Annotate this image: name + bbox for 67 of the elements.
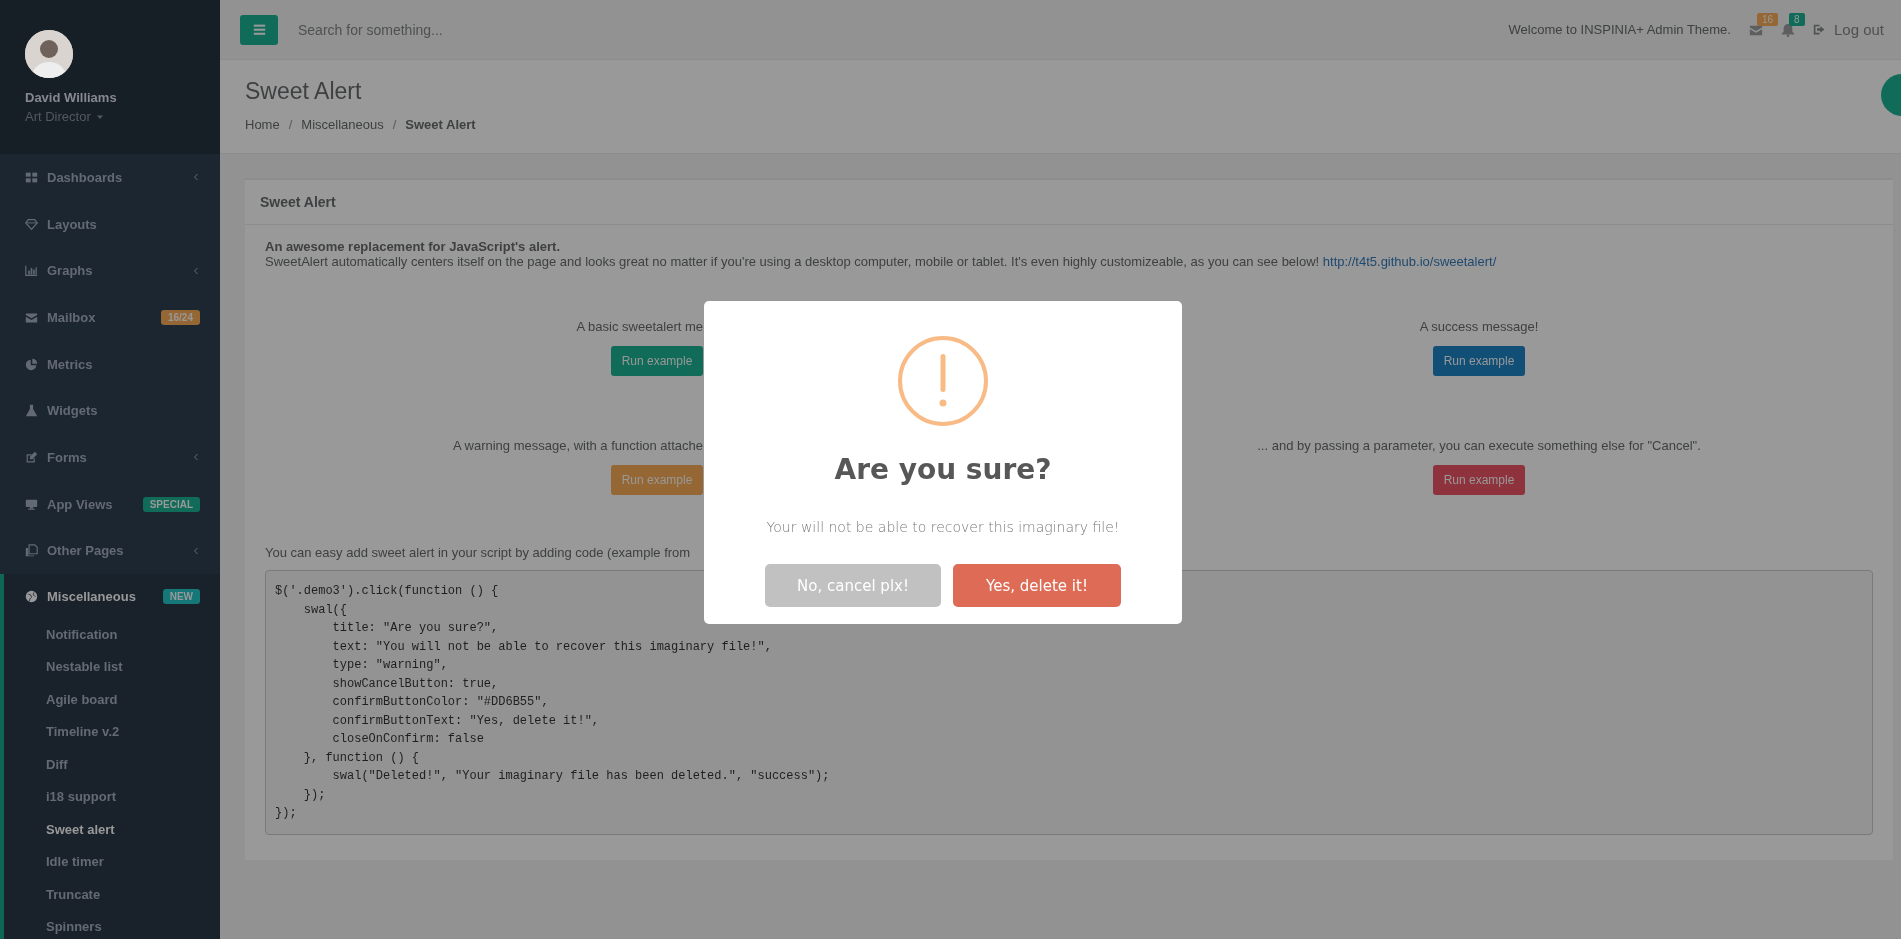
monitor-icon (25, 497, 38, 511)
breadcrumb-item[interactable]: Miscellaneous (301, 117, 384, 132)
sidebar-item[interactable]: Other Pages (0, 527, 220, 575)
example-description: A success message! (1419, 319, 1539, 334)
submenu-item[interactable]: i18 support (46, 789, 117, 805)
menu-icon (252, 23, 266, 36)
submenu-item[interactable]: Nestable list (46, 659, 123, 675)
bar-chart-icon (25, 264, 38, 278)
globe-icon (25, 589, 38, 603)
run-example-button[interactable]: Run example (611, 465, 703, 495)
link[interactable]: http://t4t5.github.io/sweetalert/ (1322, 254, 1497, 269)
count-badge: NEW (162, 588, 200, 604)
submenu-item[interactable]: Truncate (46, 886, 101, 902)
welcome-text: Welcome to INSPINIA+ Admin Theme. (1508, 22, 1731, 37)
submenu-item[interactable]: Notification (46, 626, 118, 642)
search-field[interactable]: Search for something... (296, 20, 1491, 39)
user-avatar[interactable] (25, 30, 73, 78)
example-description: ... and by passing a parameter, you can execute something else for "Cancel". (1257, 438, 1701, 453)
confirm-button[interactable]: Yes, delete it! (953, 564, 1121, 607)
intro-paragraph: SweetAlert automatically centers itself on the page and looks great no matter if you're using a desktop computer, mobile or tablet. It's even highly customizeable, as you can see below! http://t4t5.github.io/sweetalert/ (265, 254, 1498, 269)
submenu-item[interactable]: Sweet alert (46, 821, 115, 837)
code-intro: You can easy add sweet alert in your script by adding code (example from (265, 545, 692, 560)
warning-icon (898, 336, 988, 426)
diamond-icon (25, 217, 38, 231)
breadcrumb-separator: / (288, 117, 293, 132)
flask-icon (25, 404, 38, 418)
page-title: Sweet Alert (245, 78, 362, 105)
count-badge: 16 (1756, 12, 1779, 26)
sidebar-item[interactable]: Metrics (0, 340, 220, 388)
copy-icon (25, 544, 38, 558)
submenu-item[interactable]: Diff (46, 756, 68, 772)
sidebar-item[interactable]: Layouts (0, 200, 220, 248)
submenu-item[interactable]: Spinners (46, 919, 102, 935)
dialog-message: Your will not be able to recover this imaginary file! (766, 518, 1120, 537)
pie-chart-icon (25, 357, 38, 371)
submenu-item[interactable]: Agile board (46, 691, 118, 707)
run-example-button[interactable]: Run example (611, 346, 703, 376)
count-badge: SPECIAL (142, 496, 200, 512)
sidebar-item[interactable]: Forms (0, 434, 220, 481)
grid-icon (25, 170, 38, 184)
dialog-title: Are you sure? (834, 452, 1052, 488)
sidebar-item[interactable]: Mailbox 16/24 (0, 294, 220, 341)
run-example-button[interactable]: Run example (1433, 346, 1525, 376)
sidebar-item[interactable]: Graphs (0, 247, 220, 295)
submenu-item[interactable]: Idle timer (46, 854, 104, 870)
sidebar-item[interactable]: Dashboards (0, 154, 220, 201)
sidebar-item[interactable]: Widgets (0, 387, 220, 435)
breadcrumb-item[interactable]: Home (245, 117, 280, 132)
user-name: David Williams (25, 90, 117, 105)
intro-heading: An awesome replacement for JavaScript's alert. (265, 239, 561, 254)
count-badge: 16/24 (160, 309, 200, 325)
submenu-item[interactable]: Timeline v.2 (46, 724, 120, 740)
example-description: A basic sweetalert me (576, 319, 703, 334)
cancel-button[interactable]: No, cancel plx! (765, 564, 941, 607)
sidebar-item[interactable]: App Views SPECIAL (0, 480, 220, 528)
card-title: Sweet Alert (260, 194, 336, 210)
menu-button[interactable] (240, 14, 278, 45)
count-badge: 8 (1788, 12, 1805, 26)
breadcrumb-separator: / (392, 117, 397, 132)
role-dropdown[interactable]: Art Director (25, 109, 104, 124)
example-description: A warning message, with a function attache (452, 438, 703, 453)
logout-link[interactable]: Log out (1812, 21, 1884, 38)
sign-out-icon (1812, 23, 1826, 36)
edit-icon (25, 450, 38, 464)
run-example-button[interactable]: Run example (1433, 465, 1525, 495)
envelope-icon (25, 310, 38, 324)
breadcrumb-item[interactable]: Sweet Alert (405, 117, 476, 132)
